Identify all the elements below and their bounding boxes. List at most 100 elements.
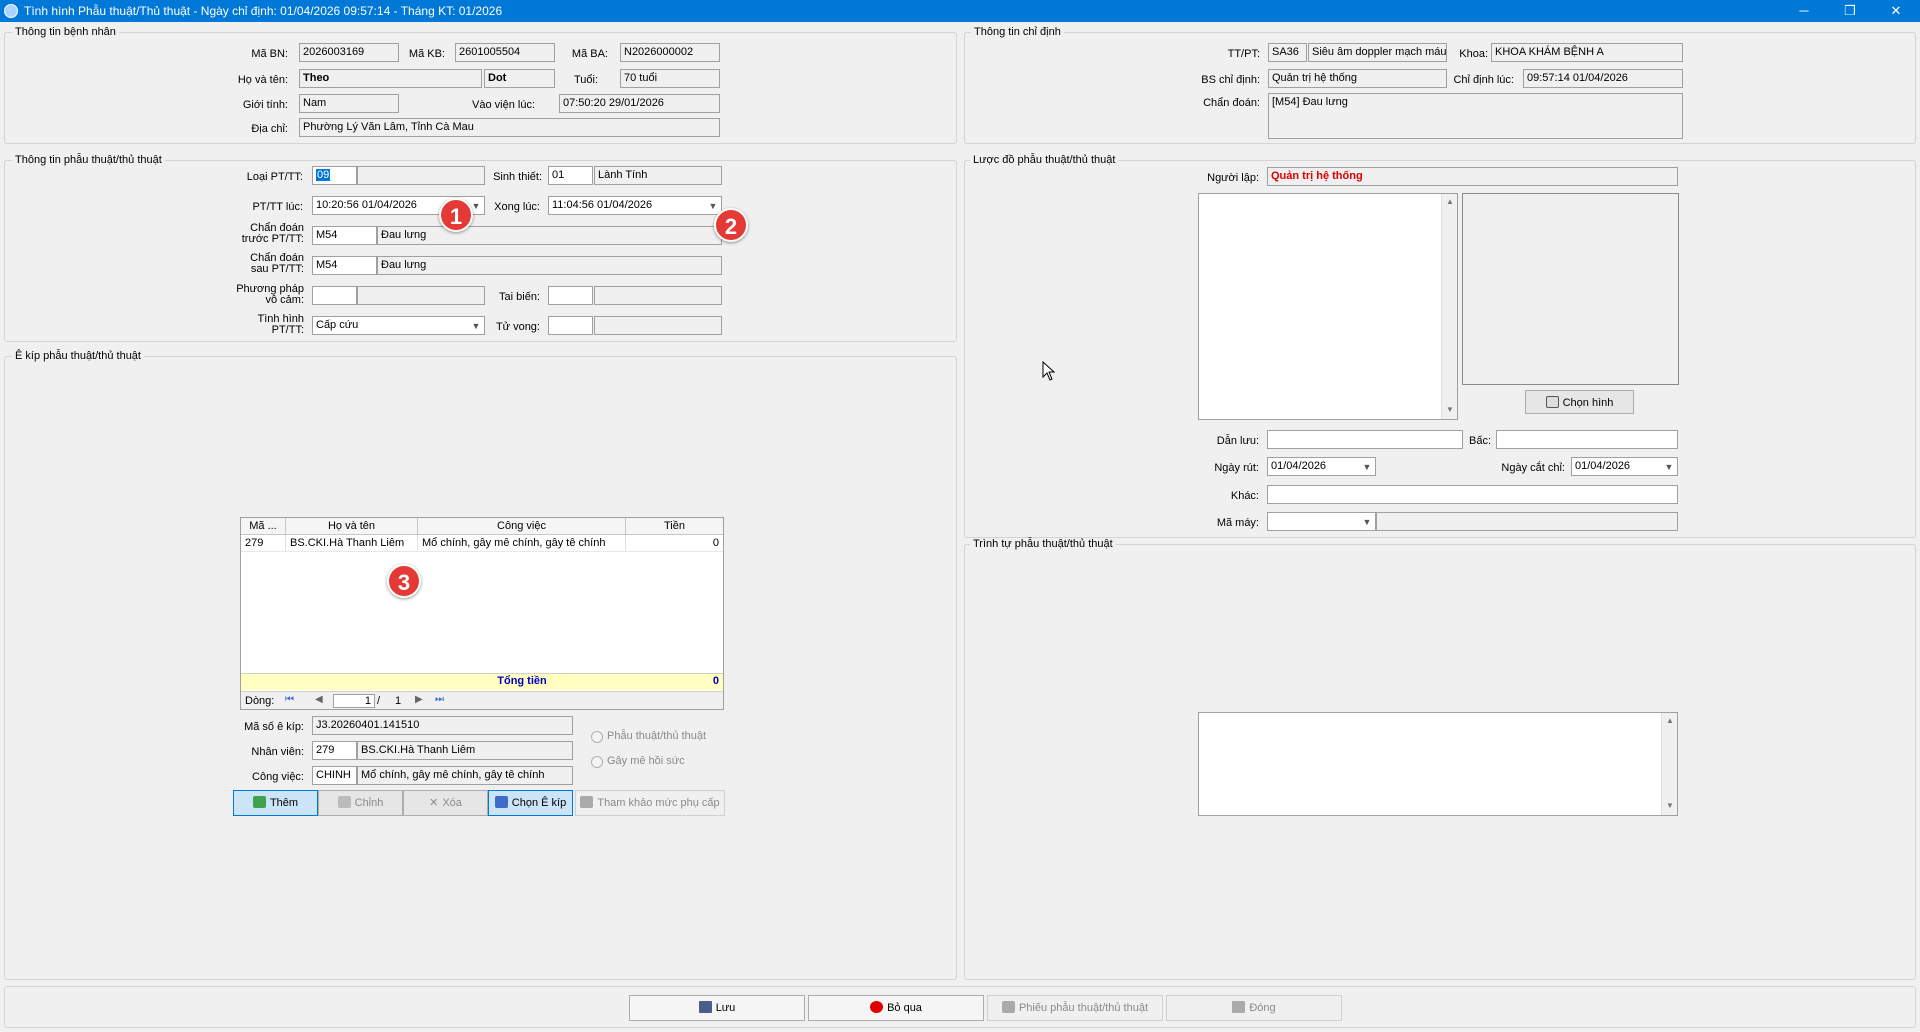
loai-pt-code-field[interactable]: 09: [312, 166, 357, 185]
close-button[interactable]: ✕: [1873, 0, 1919, 22]
chevron-down-icon[interactable]: ▼: [470, 320, 482, 332]
ma-may-name-field[interactable]: [1376, 512, 1678, 531]
next-page-icon[interactable]: ▶: [415, 694, 423, 705]
bs-chi-dinh-field[interactable]: Quản trị hệ thống: [1268, 69, 1447, 88]
tuoi-field[interactable]: 70 tuổi: [620, 69, 720, 88]
choose-team-button[interactable]: Chọn Ê kíp: [488, 790, 573, 816]
scroll-down-icon[interactable]: ▼: [1443, 405, 1457, 414]
add-icon: [252, 796, 266, 808]
scroll-up-icon[interactable]: ▲: [1443, 197, 1457, 206]
tt-pt-code-field[interactable]: SA36: [1268, 43, 1307, 62]
ma-bn-field[interactable]: 2026003169: [299, 43, 399, 62]
diagram-list[interactable]: ▲ ▼: [1198, 193, 1458, 420]
ho-field[interactable]: Theo: [299, 69, 482, 88]
bac-field[interactable]: [1496, 430, 1678, 449]
page-input[interactable]: 1: [333, 694, 375, 708]
print-form-button[interactable]: Phiếu phẫu thuật/thủ thuật: [987, 995, 1163, 1021]
xong-luc-datetime-picker[interactable]: 11:04:56 01/04/2026 ▼: [548, 196, 722, 215]
mouse-cursor-icon: [1042, 361, 1056, 381]
col-ho-ten[interactable]: Họ và tên: [286, 518, 418, 534]
chevron-down-icon[interactable]: ▼: [1361, 516, 1373, 528]
sinh-thiet-name-field[interactable]: Lành Tính: [594, 166, 722, 185]
col-tien[interactable]: Tiền: [626, 518, 723, 534]
chevron-down-icon[interactable]: ▼: [1361, 461, 1373, 473]
nhan-vien-code-field[interactable]: 279: [312, 741, 357, 760]
col-cong-viec[interactable]: Công việc: [418, 518, 626, 534]
close-form-button[interactable]: Đóng: [1166, 995, 1342, 1021]
pt-luc-label: PT/TT lúc:: [252, 201, 303, 213]
khoa-field[interactable]: KHOA KHÁM BỆNH A: [1491, 43, 1683, 62]
edit-member-button[interactable]: Chỉnh: [318, 790, 403, 816]
ma-ekip-field[interactable]: J3.20260401.141510: [312, 716, 573, 735]
vo-cam-code-field[interactable]: [312, 286, 357, 305]
dan-luu-field[interactable]: [1267, 430, 1463, 449]
delete-member-button[interactable]: ✕ Xóa: [403, 790, 488, 816]
ma-kb-field[interactable]: 2601005504: [455, 43, 555, 62]
sinh-thiet-code-field[interactable]: 01: [548, 166, 593, 185]
radio-phau-thuat[interactable]: [591, 731, 603, 743]
cong-viec-name-field[interactable]: Mổ chính, gây mê chính, gây tê chính: [357, 766, 573, 785]
table-row[interactable]: 279 BS.CKI.Hà Thanh Liêm Mổ chính, gây m…: [241, 535, 723, 552]
save-button[interactable]: Lưu: [629, 995, 805, 1021]
loai-pt-code-value: 09: [316, 169, 331, 181]
chevron-down-icon[interactable]: ▼: [707, 200, 719, 212]
tt-pt-name-field[interactable]: Siêu âm doppler mạch máu: [1308, 43, 1447, 62]
nhan-vien-name-field[interactable]: BS.CKI.Hà Thanh Liêm: [357, 741, 573, 760]
cd-sau-name-field[interactable]: Đau lưng: [377, 256, 722, 275]
gioi-tinh-field[interactable]: Nam: [299, 94, 399, 113]
radio-gay-me[interactable]: [591, 756, 603, 768]
khac-field[interactable]: [1267, 485, 1678, 504]
ngay-rut-label: Ngày rút:: [1214, 462, 1259, 474]
reference-allowance-button[interactable]: Tham khảo mức phụ cấp: [575, 790, 725, 816]
cd-truoc-name-field[interactable]: Đau lưng: [377, 226, 722, 245]
minimize-button[interactable]: ─: [1781, 0, 1827, 22]
radio-gay-me-label: Gây mê hồi sức: [607, 755, 685, 767]
tai-bien-name-field[interactable]: [594, 286, 722, 305]
tinh-hinh-select[interactable]: Cấp cứu ▼: [312, 316, 485, 335]
cong-viec-code-field[interactable]: CHINH: [312, 766, 357, 785]
exit-icon: [1232, 1001, 1246, 1013]
cd-truoc-code-field[interactable]: M54: [312, 226, 377, 245]
dia-chi-field[interactable]: Phường Lý Văn Lâm, Tỉnh Cà Mau: [299, 118, 720, 137]
vo-cam-name-field[interactable]: [357, 286, 485, 305]
scroll-down-icon[interactable]: ▼: [1663, 801, 1677, 810]
radio-phau-thuat-label: Phẫu thuật/thủ thuật: [607, 730, 707, 742]
chi-dinh-luc-field[interactable]: 09:57:14 01/04/2026: [1523, 69, 1683, 88]
ngay-rut-value: 01/04/2026: [1271, 460, 1327, 472]
tu-vong-name-field[interactable]: [594, 316, 722, 335]
skip-button[interactable]: Bỏ qua: [808, 995, 984, 1021]
vao-vien-field[interactable]: 07:50:20 29/01/2026: [559, 94, 720, 113]
ten-field[interactable]: Dot: [484, 69, 555, 88]
nguoi-lap-field[interactable]: Quản trị hệ thống: [1267, 167, 1678, 186]
camera-icon: [1545, 396, 1559, 408]
patient-info-title: Thông tin bệnh nhân: [12, 26, 119, 38]
ngay-rut-picker[interactable]: 01/04/2026 ▼: [1267, 457, 1376, 476]
ma-may-select[interactable]: ▼: [1267, 512, 1376, 531]
scroll-up-icon[interactable]: ▲: [1663, 716, 1677, 725]
ma-ba-field[interactable]: N2026000002: [620, 43, 720, 62]
sequence-textarea[interactable]: ▲ ▼: [1198, 712, 1678, 816]
add-member-button[interactable]: Thêm: [233, 790, 318, 816]
cancel-icon: [870, 1001, 884, 1013]
ngay-cat-chi-picker[interactable]: 01/04/2026 ▼: [1571, 457, 1678, 476]
total-value: 0: [712, 675, 719, 687]
col-ma[interactable]: Mã ...: [241, 518, 286, 534]
restore-button[interactable]: ❐: [1827, 0, 1873, 22]
last-page-icon[interactable]: ⏭: [435, 694, 444, 705]
tu-vong-code-field[interactable]: [548, 316, 593, 335]
chevron-down-icon[interactable]: ▼: [1663, 461, 1675, 473]
chan-doan-field[interactable]: [M54] Đau lưng: [1268, 93, 1683, 139]
vao-vien-label: Vào viện lúc:: [472, 99, 535, 111]
textarea-scrollbar[interactable]: ▲ ▼: [1661, 713, 1677, 815]
team-grid[interactable]: Mã ... Họ và tên Công việc Tiền 279 BS.C…: [240, 517, 724, 710]
prev-page-icon[interactable]: ◀: [315, 694, 323, 705]
first-page-icon[interactable]: ⏮: [285, 694, 294, 705]
tai-bien-code-field[interactable]: [548, 286, 593, 305]
tu-vong-label: Tử vong:: [495, 321, 540, 333]
list-scrollbar[interactable]: ▲ ▼: [1441, 194, 1457, 419]
total-label: Tổng tiền: [497, 675, 547, 687]
title-bar: Tình hình Phẫu thuật/Thủ thuật - Ngày ch…: [0, 0, 1920, 22]
choose-image-button[interactable]: Chọn hình: [1525, 390, 1634, 414]
loai-pt-name-field[interactable]: [357, 166, 485, 185]
cd-sau-code-field[interactable]: M54: [312, 256, 377, 275]
